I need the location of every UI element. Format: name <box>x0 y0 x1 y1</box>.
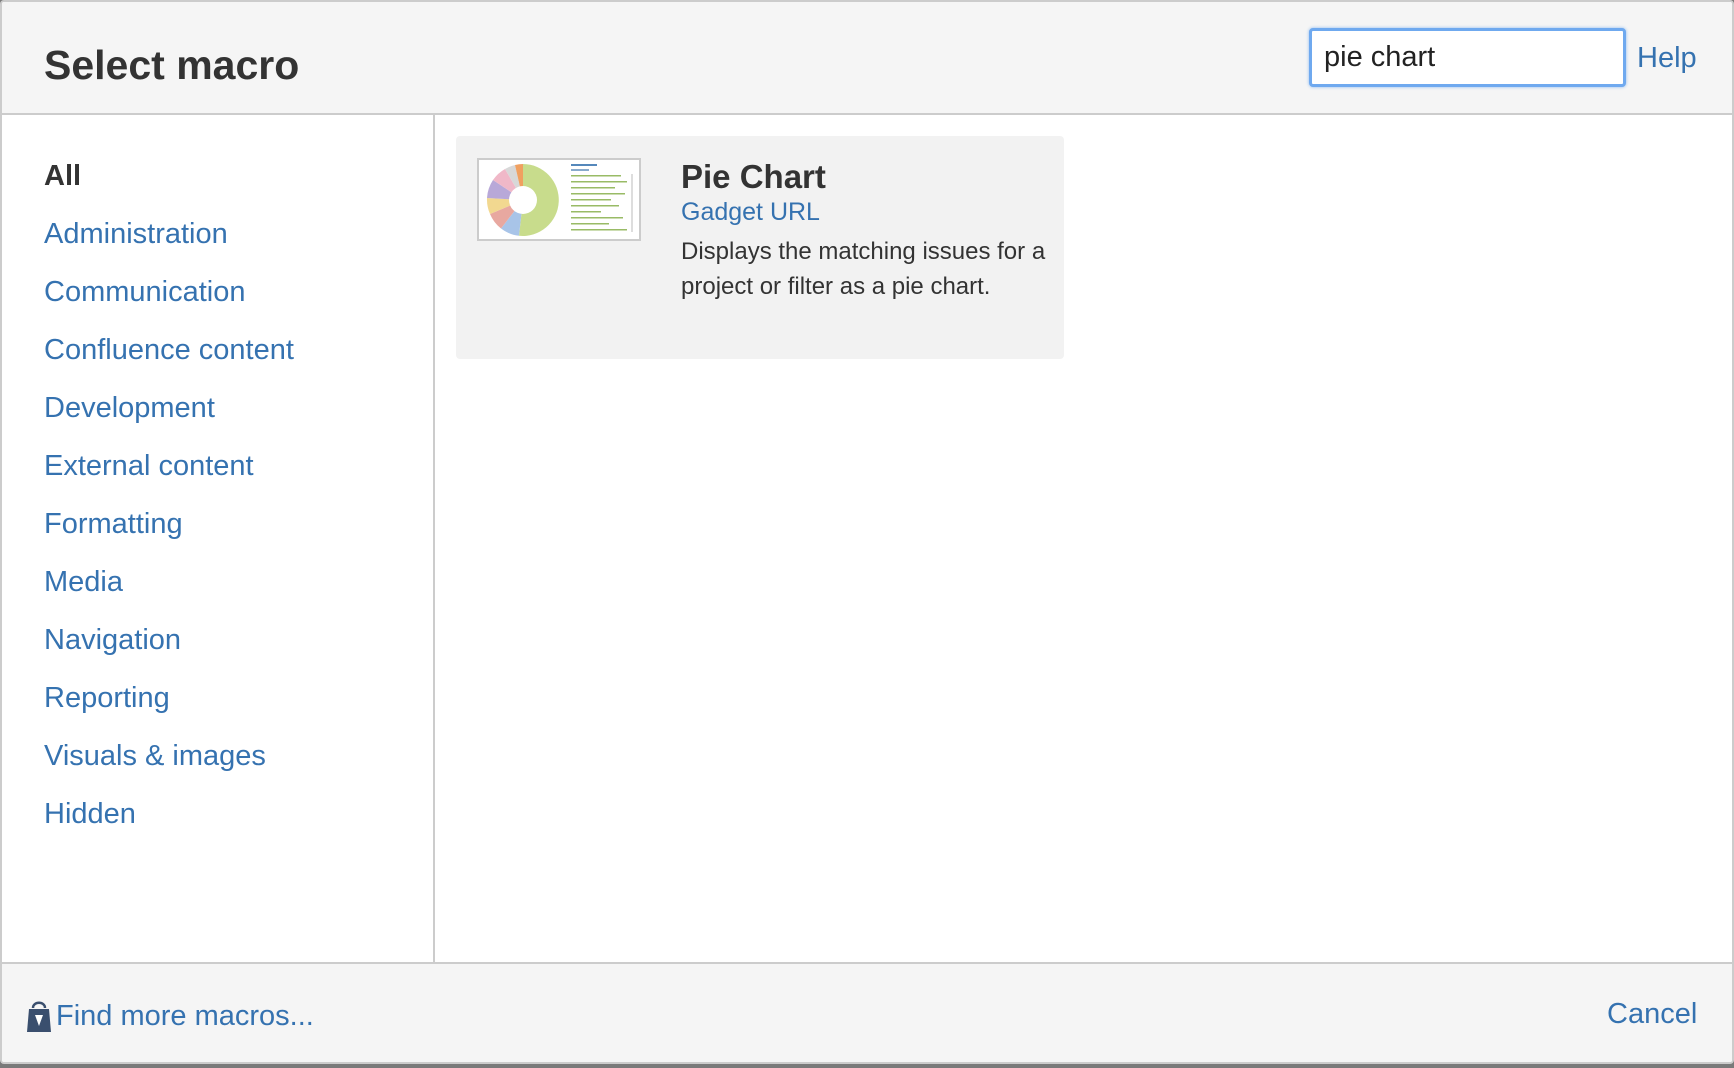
macro-search-input[interactable] <box>1309 28 1626 87</box>
category-communication[interactable]: Communication <box>44 263 294 321</box>
marketplace-bag-icon <box>27 1001 51 1032</box>
category-media[interactable]: Media <box>44 553 294 611</box>
category-administration[interactable]: Administration <box>44 205 294 263</box>
macro-description: Displays the matching issues for a proje… <box>681 238 1046 300</box>
macro-card-pie-chart[interactable]: Pie Chart Gadget URL Displays the matchi… <box>456 136 1064 359</box>
help-link[interactable]: Help <box>1637 42 1697 75</box>
category-navigation[interactable]: Navigation <box>44 611 294 669</box>
category-sidebar: All Administration Communication Conflue… <box>2 115 435 962</box>
macro-results: Pie Chart Gadget URL Displays the matchi… <box>435 115 1732 962</box>
category-visuals-images[interactable]: Visuals & images <box>44 727 294 785</box>
macro-name: Pie Chart <box>681 158 826 195</box>
macro-source-link[interactable]: Gadget URL <box>681 198 820 227</box>
select-macro-dialog: Select macro Help All Administration Com… <box>0 0 1734 1064</box>
dialog-title: Select macro <box>44 42 300 88</box>
category-development[interactable]: Development <box>44 379 294 437</box>
category-external-content[interactable]: External content <box>44 437 294 495</box>
pie-chart-thumbnail-icon <box>486 164 633 236</box>
category-confluence-content[interactable]: Confluence content <box>44 321 294 379</box>
category-all[interactable]: All <box>44 147 294 205</box>
dialog-header: Select macro Help <box>2 2 1732 115</box>
category-reporting[interactable]: Reporting <box>44 669 294 727</box>
category-list: All Administration Communication Conflue… <box>44 147 294 843</box>
category-hidden[interactable]: Hidden <box>44 785 294 843</box>
cancel-button[interactable]: Cancel <box>1607 998 1697 1031</box>
find-more-macros-label: Find more macros... <box>56 999 314 1032</box>
category-formatting[interactable]: Formatting <box>44 495 294 553</box>
pie-chart-thumbnail <box>477 158 641 241</box>
find-more-macros-link[interactable]: Find more macros... <box>26 998 314 1034</box>
dialog-footer: Find more macros... Cancel <box>2 962 1732 1062</box>
